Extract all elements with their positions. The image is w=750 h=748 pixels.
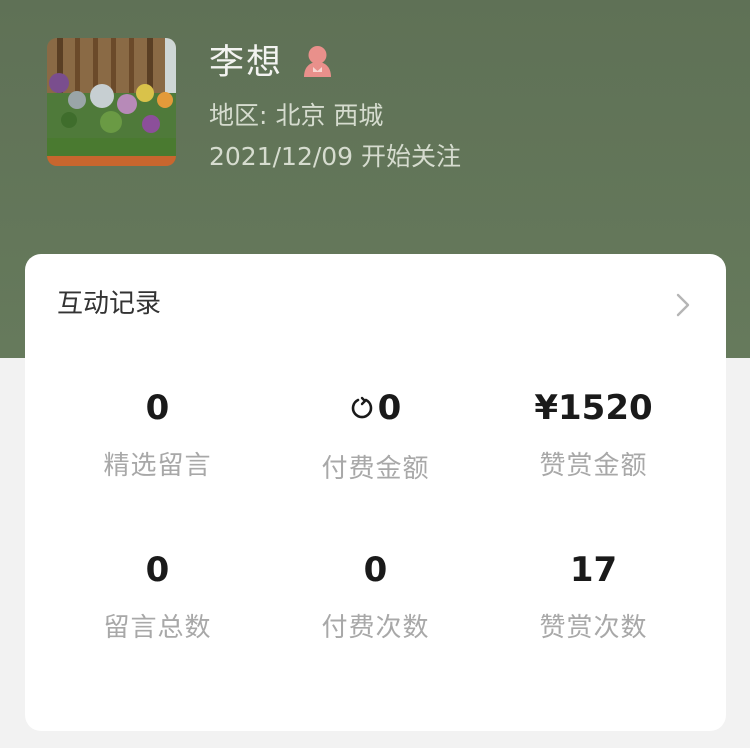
stat-label: 赞赏次数 (539, 613, 648, 643)
stat-label: 赞赏金额 (539, 451, 648, 481)
region-value: 北京 西城 (275, 101, 384, 130)
female-icon (304, 46, 331, 77)
stat-label: 留言总数 (103, 613, 212, 643)
stat-reward-amount[interactable]: ¥1520 赞赏金额 (477, 388, 710, 484)
chevron-right-icon[interactable] (675, 292, 691, 318)
region-text: 地区: 北京 西城 (209, 98, 383, 134)
avatar[interactable] (47, 38, 176, 166)
stat-value: 0 (377, 388, 402, 428)
stat-value: 0 (145, 550, 170, 590)
stat-total-comments[interactable]: 0 留言总数 (41, 550, 274, 646)
follow-date: 2021/12/09 开始关注 (209, 142, 462, 171)
card-title: 互动记录 (57, 289, 162, 319)
stat-value: ¥1520 (534, 388, 653, 428)
stat-label: 付费次数 (321, 613, 430, 643)
coin-icon (351, 396, 372, 419)
interaction-card: 互动记录 0 精选留言 0 付费金额 ¥1520 赞赏金额 0 留言总数 0 付 (25, 254, 726, 731)
stat-label: 精选留言 (103, 451, 212, 481)
region-label: 地区: (209, 101, 268, 130)
stat-value: 17 (569, 550, 618, 590)
avatar-garden-image (47, 38, 176, 166)
stat-paid-amount[interactable]: 0 付费金额 (259, 388, 492, 487)
interaction-record-header[interactable]: 互动记录 (25, 254, 726, 354)
stat-paid-count[interactable]: 0 付费次数 (259, 550, 492, 646)
stat-value: 0 (363, 550, 388, 590)
stat-label: 付费金额 (321, 454, 430, 484)
stat-reward-count[interactable]: 17 赞赏次数 (477, 550, 710, 646)
profile-name: 李想 (209, 43, 284, 83)
stat-value: 0 (145, 388, 170, 428)
stat-featured-comments[interactable]: 0 精选留言 (41, 388, 274, 484)
